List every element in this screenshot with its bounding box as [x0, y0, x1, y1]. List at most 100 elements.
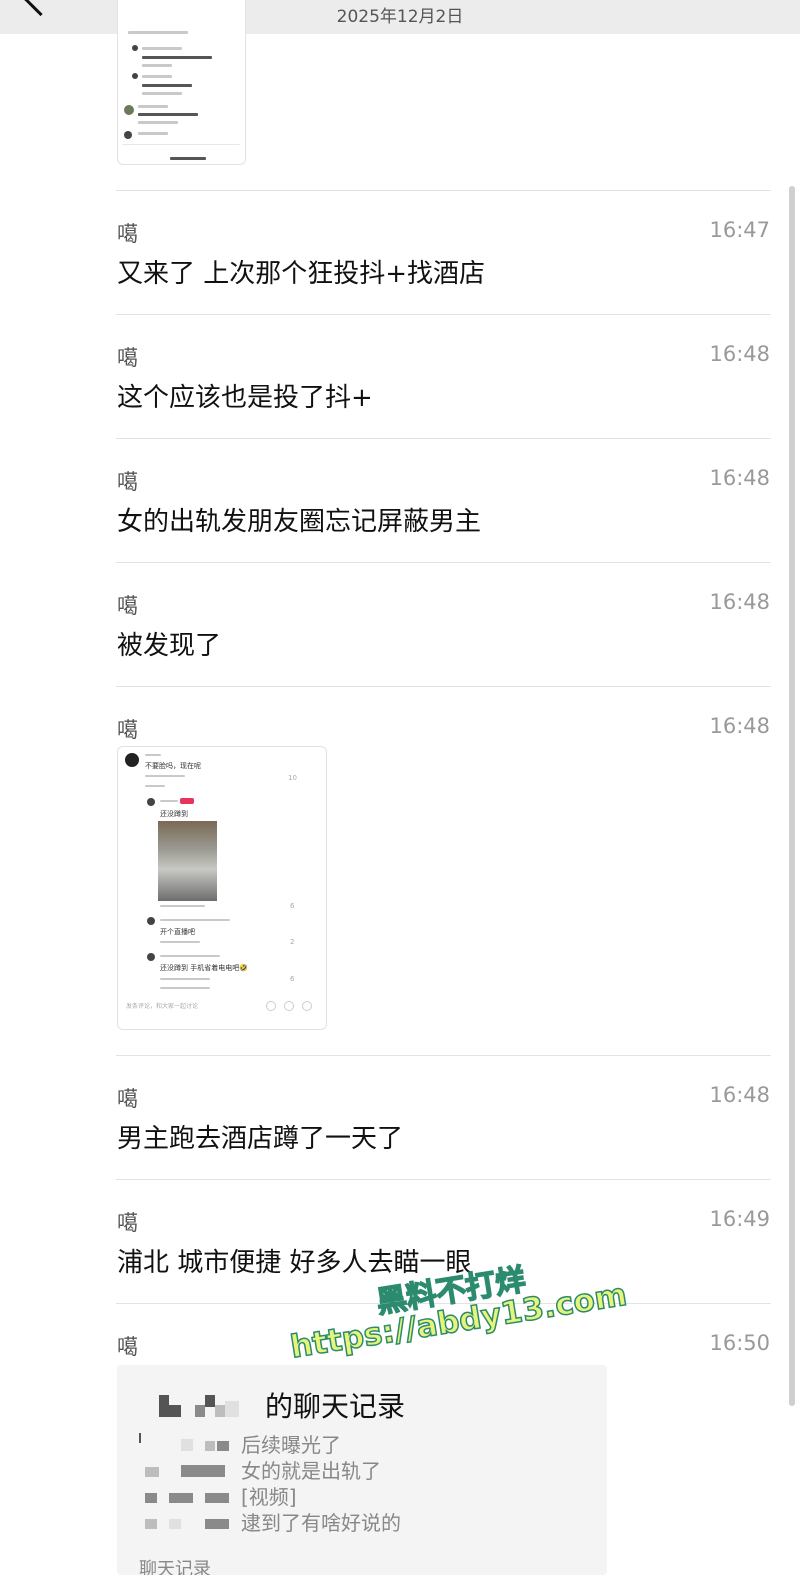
- mosaic-name: [169, 1493, 193, 1503]
- message-text[interactable]: 这个应该也是投了抖+: [117, 377, 373, 414]
- thumb-at-icon: [284, 1001, 294, 1011]
- message-time: 16:50: [709, 1331, 770, 1355]
- mosaic-name: [205, 1493, 229, 1503]
- mosaic-name: [205, 1395, 215, 1407]
- message-time: 16:48: [709, 590, 770, 614]
- chat-record-line: 女的就是出轨了: [241, 1459, 381, 1483]
- thumb-text-line: [142, 64, 172, 67]
- thumb-avatar: [124, 105, 134, 115]
- thumb-comment: 还没蹲到: [160, 810, 188, 818]
- scrollbar[interactable]: [789, 186, 795, 1406]
- thumb-avatar: [147, 953, 155, 961]
- message-divider: [116, 1055, 771, 1056]
- screenshot-thumbnail[interactable]: 不要脸吗，现在呢 10 还没蹲到 6 开个直播吧 2 还没蹲到 手机省着电电吧🤣…: [117, 746, 327, 1030]
- chat-record-title: 的聊天记录: [265, 1390, 406, 1423]
- message-time: 16:48: [709, 714, 770, 738]
- mosaic-name: [145, 1493, 157, 1503]
- thumb-likes: 10: [288, 774, 297, 782]
- message-sender: 噶: [117, 222, 138, 246]
- thumb-expand: [145, 785, 165, 787]
- mosaic-name: [215, 1405, 225, 1417]
- thumb-meta: [160, 941, 200, 943]
- message-divider: [116, 1179, 771, 1180]
- thumb-text-line: [138, 113, 198, 116]
- message-sender: 噶: [117, 718, 138, 742]
- thumb-avatar: [125, 753, 139, 767]
- thumb-meta: [160, 905, 205, 907]
- thumb-avatar: [132, 73, 138, 79]
- message-divider: [116, 686, 771, 687]
- thumb-text-line: [142, 75, 172, 78]
- thumb-avatar: [147, 917, 155, 925]
- thumb-likes: 2: [290, 938, 295, 946]
- thumb-avatar: [132, 45, 138, 51]
- message-divider: [116, 562, 771, 563]
- mosaic-name: [217, 1441, 229, 1451]
- chat-record-line: 逮到了有啥好说的: [241, 1511, 401, 1535]
- thumb-comment: 还没蹲到 手机省着电电吧🤣: [160, 964, 248, 972]
- thumb-username: [145, 754, 161, 756]
- mosaic-name: [195, 1405, 205, 1417]
- thumb-photo: [158, 821, 217, 901]
- mosaic-name: [169, 1405, 181, 1417]
- screenshot-thumbnail-top[interactable]: [117, 0, 246, 165]
- message-sender: 噶: [117, 1335, 138, 1359]
- mosaic-name: [205, 1441, 215, 1451]
- mosaic-name: [181, 1439, 193, 1451]
- thumb-username: [160, 919, 230, 921]
- thumb-image-icon: [266, 1001, 276, 1011]
- thumb-text-line: [142, 92, 182, 95]
- message-time: 16:48: [709, 1083, 770, 1107]
- thumb-text-line: [142, 47, 182, 50]
- thumb-avatar: [124, 131, 132, 139]
- message-text[interactable]: 被发现了: [117, 625, 221, 662]
- chat-record-footer: 聊天记录: [139, 1559, 211, 1575]
- thumb-comment: 开个直播吧: [160, 928, 195, 936]
- thumb-input-bar: [122, 144, 240, 145]
- message-sender: 噶: [117, 1087, 138, 1111]
- thumb-text-line: [160, 987, 210, 989]
- thumb-emoji-icon: [302, 1001, 312, 1011]
- message-divider: [116, 314, 771, 315]
- mosaic-name: [139, 1433, 141, 1443]
- author-badge: [180, 798, 194, 804]
- thumb-likes: 6: [290, 975, 295, 983]
- message-sender: 噶: [117, 1211, 138, 1235]
- mosaic-name: [225, 1401, 239, 1417]
- message-time: 16:49: [709, 1207, 770, 1231]
- mosaic-name: [169, 1519, 181, 1529]
- message-time: 16:48: [709, 466, 770, 490]
- message-time: 16:47: [709, 218, 770, 242]
- chat-record-line: 后续曝光了: [241, 1433, 341, 1457]
- thumb-username: [160, 955, 220, 957]
- mosaic-name: [181, 1465, 225, 1477]
- thumb-text-line: [142, 56, 212, 59]
- message-text[interactable]: 男主跑去酒店蹲了一天了: [117, 1118, 403, 1155]
- thumb-meta: [145, 775, 185, 777]
- mosaic-name: [145, 1467, 159, 1477]
- mosaic-name: [205, 1519, 229, 1529]
- message-sender: 噶: [117, 594, 138, 618]
- thumb-input-placeholder: 发条评论，和大家一起讨论: [126, 1003, 199, 1010]
- thumb-username: [160, 800, 178, 802]
- thumb-text-line: [138, 105, 168, 108]
- message-sender: 噶: [117, 346, 138, 370]
- message-divider: [116, 438, 771, 439]
- message-sender: 噶: [117, 470, 138, 494]
- thumb-text-line: [128, 31, 188, 34]
- message-text[interactable]: 又来了 上次那个狂投抖+找酒店: [117, 253, 485, 290]
- thumb-comment: 不要脸吗，现在呢: [145, 762, 201, 770]
- thumb-text-line: [138, 121, 178, 124]
- message-divider: [116, 190, 771, 191]
- thumb-meta: [160, 978, 210, 980]
- thumb-home-indicator: [170, 157, 206, 160]
- thumb-likes: 6: [290, 902, 295, 910]
- message-text[interactable]: 女的出轨发朋友圈忘记屏蔽男主: [117, 501, 481, 538]
- thumb-text-line: [142, 84, 192, 87]
- mosaic-name: [159, 1395, 169, 1417]
- message-time: 16:48: [709, 342, 770, 366]
- thumb-avatar: [147, 798, 155, 806]
- mosaic-name: [145, 1519, 157, 1529]
- chat-record-card[interactable]: 的聊天记录 后续曝光了 女的就是出轨了 [视频] 逮到了有啥好说的 聊天记录: [117, 1365, 607, 1575]
- chat-record-line: [视频]: [241, 1485, 297, 1509]
